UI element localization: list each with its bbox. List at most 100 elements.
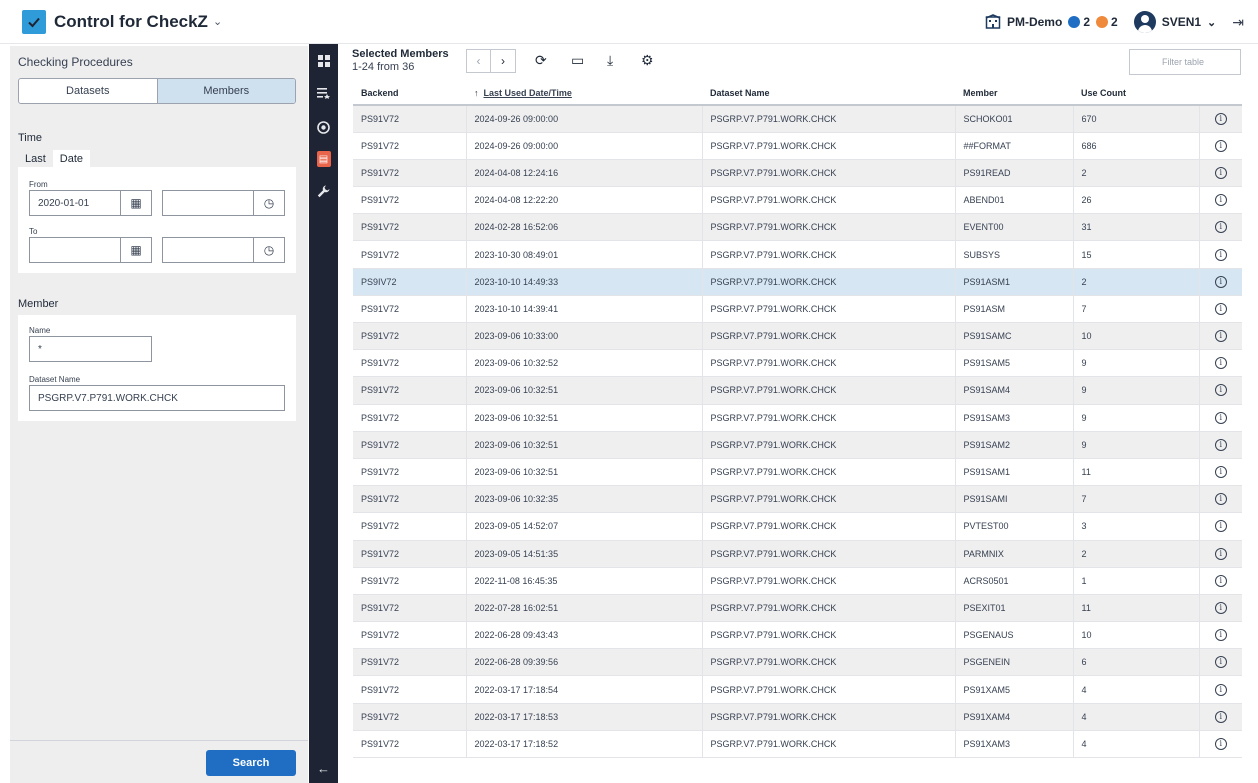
- filter-table-input[interactable]: Filter table: [1129, 49, 1241, 75]
- table-row[interactable]: PS91V72 2023-09-06 10:32:51 PSGRP.V7.P791.…: [353, 431, 1242, 459]
- cell-dataset: PSGRP.V7.P791.WORK.CHCK: [702, 322, 956, 351]
- info-icon[interactable]: i: [1214, 384, 1227, 397]
- table-row[interactable]: PS91V72 2023-09-06 10:33:00 PSGRP.V7.P791.…: [353, 322, 1242, 351]
- table-row[interactable]: PS91V72 2022-06-28 09:43:43 PSGRP.V7.P791.…: [353, 621, 1242, 650]
- document-icon[interactable]: ▤: [309, 147, 338, 171]
- info-icon[interactable]: i: [1214, 493, 1227, 506]
- info-icon[interactable]: i: [1214, 112, 1227, 125]
- table-row[interactable]: PS91V72 2024-09-26 09:00:00 PSGRP.V7.P791.…: [353, 132, 1242, 160]
- info-icon[interactable]: i: [1214, 194, 1227, 207]
- tab-date[interactable]: Date: [52, 150, 91, 168]
- table-row[interactable]: PS91V72 2022-07-28 16:02:51 PSGRP.V7.P791.…: [353, 594, 1242, 623]
- info-icon[interactable]: i: [1214, 656, 1227, 669]
- info-icon[interactable]: i: [1214, 438, 1227, 451]
- table-row[interactable]: PS91V72 2022-11-08 16:45:35 PSGRP.V7.P791.…: [353, 567, 1242, 595]
- info-icon[interactable]: i: [1214, 629, 1227, 642]
- table-row[interactable]: PS91V72 2023-09-05 14:51:35 PSGRP.V7.P791.…: [353, 540, 1242, 568]
- cell-date: 2024-02-28 16:52:06: [466, 213, 703, 242]
- segment-members[interactable]: Members: [156, 79, 295, 103]
- info-icon[interactable]: i: [1214, 683, 1227, 696]
- table-row[interactable]: PS91V72 2023-10-30 08:49:01 PSGRP.V7.P791.…: [353, 240, 1242, 269]
- dataset-name-input[interactable]: PSGRP.V7.P791.WORK.CHCK: [29, 385, 285, 411]
- to-label: To: [29, 227, 38, 236]
- refresh-icon[interactable]: ⟳: [535, 52, 547, 69]
- row-actions: i: [1199, 621, 1242, 650]
- tab-last[interactable]: Last: [18, 150, 53, 168]
- info-icon[interactable]: i: [1214, 330, 1227, 343]
- environment-selector[interactable]: PM-Demo 2 2: [985, 14, 1118, 30]
- calendar-icon[interactable]: ▦: [121, 237, 152, 263]
- calendar-icon[interactable]: ▦: [121, 190, 152, 216]
- settings-gear-icon[interactable]: ⚙: [641, 52, 654, 69]
- previous-page-icon[interactable]: ‹: [466, 49, 491, 73]
- table-row[interactable]: PS91V72 2022-03-17 17:18:54 PSGRP.V7.P791.…: [353, 675, 1242, 704]
- table-row[interactable]: PS91V72 2022-03-17 17:18:53 PSGRP.V7.P791.…: [353, 703, 1242, 731]
- dashboard-icon[interactable]: [309, 49, 338, 73]
- cell-use: 670: [1073, 105, 1200, 133]
- info-icon[interactable]: i: [1214, 221, 1227, 234]
- table-row[interactable]: PS91V72 2024-04-08 12:24:16 PSGRP.V7.P791.…: [353, 159, 1242, 188]
- table-row[interactable]: PS91V72 2024-09-26 09:00:00 PSGRP.V7.P791.…: [353, 105, 1242, 133]
- table-row[interactable]: PS91V72 2023-10-10 14:39:41 PSGRP.V7.P791.…: [353, 295, 1242, 324]
- row-actions: i: [1199, 431, 1242, 459]
- from-time-input[interactable]: [162, 190, 254, 216]
- clock-icon[interactable]: ◷: [254, 237, 285, 263]
- table-row[interactable]: PS91V72 2023-09-06 10:32:52 PSGRP.V7.P791.…: [353, 349, 1242, 378]
- column-use-count[interactable]: Use Count: [1073, 82, 1199, 106]
- info-icon[interactable]: i: [1214, 601, 1227, 614]
- info-icon[interactable]: i: [1214, 357, 1227, 370]
- table-row[interactable]: PS91V72 2024-04-08 12:22:20 PSGRP.V7.P791.…: [353, 186, 1242, 215]
- table-row[interactable]: PS9IV72 2023-10-10 14:49:33 PSGRP.V7.P791.…: [353, 268, 1242, 296]
- info-icon[interactable]: i: [1214, 574, 1227, 587]
- cell-date: 2023-09-06 10:32:51: [466, 404, 703, 432]
- cell-backend: PS91V72: [353, 621, 467, 650]
- column-dataset-name[interactable]: Dataset Name: [702, 82, 955, 106]
- info-icon[interactable]: i: [1214, 411, 1227, 424]
- logout-icon[interactable]: ⇥: [1232, 14, 1244, 31]
- user-menu[interactable]: SVEN1 ⌄: [1133, 11, 1216, 33]
- column-last-used[interactable]: ↑ Last Used Date/Time: [466, 82, 702, 106]
- row-actions: i: [1199, 458, 1242, 487]
- info-icon[interactable]: i: [1214, 275, 1227, 288]
- warning-count-badge[interactable]: 2: [1096, 15, 1118, 29]
- from-date-input[interactable]: 2020-01-01: [29, 190, 121, 216]
- table-row[interactable]: PS91V72 2023-09-06 10:32:51 PSGRP.V7.P791.…: [353, 376, 1242, 405]
- cell-use: 9: [1073, 404, 1200, 432]
- segment-datasets[interactable]: Datasets: [19, 79, 157, 103]
- column-backend[interactable]: Backend: [353, 82, 466, 106]
- column-member[interactable]: Member: [955, 82, 1073, 106]
- table-row[interactable]: PS91V72 2023-09-06 10:32:51 PSGRP.V7.P791.…: [353, 458, 1242, 487]
- next-page-icon[interactable]: ›: [491, 49, 516, 73]
- to-date-input[interactable]: [29, 237, 121, 263]
- info-icon[interactable]: i: [1214, 166, 1227, 179]
- cell-member: PS91SAMI: [955, 485, 1074, 514]
- info-icon[interactable]: i: [1214, 248, 1227, 261]
- table-row[interactable]: PS91V72 2022-03-17 17:18:52 PSGRP.V7.P791.…: [353, 730, 1242, 759]
- download-icon[interactable]: ⤓: [607, 52, 613, 69]
- info-icon[interactable]: i: [1214, 466, 1227, 479]
- wrench-icon[interactable]: [309, 179, 338, 203]
- info-icon[interactable]: i: [1214, 547, 1227, 560]
- info-icon[interactable]: i: [1214, 302, 1227, 315]
- info-icon[interactable]: i: [1214, 520, 1227, 533]
- info-icon[interactable]: i: [1214, 710, 1227, 723]
- clock-icon[interactable]: ◷: [254, 190, 285, 216]
- table-row[interactable]: PS91V72 2023-09-05 14:52:07 PSGRP.V7.P791.…: [353, 512, 1242, 541]
- target-icon[interactable]: [309, 115, 338, 139]
- member-name-input[interactable]: *: [29, 336, 152, 362]
- display-icon[interactable]: ▭: [571, 52, 584, 69]
- search-button[interactable]: Search: [206, 750, 296, 776]
- app-switcher-chevron-icon[interactable]: ⌄: [213, 15, 222, 28]
- table-row[interactable]: PS91V72 2023-09-06 10:32:35 PSGRP.V7.P791.…: [353, 485, 1242, 514]
- info-count-badge[interactable]: 2: [1068, 15, 1090, 29]
- app-title[interactable]: Control for CheckZ: [54, 12, 208, 32]
- table-row[interactable]: PS91V72 2024-02-28 16:52:06 PSGRP.V7.P791.…: [353, 213, 1242, 242]
- to-time-input[interactable]: [162, 237, 254, 263]
- starred-list-icon[interactable]: [309, 81, 338, 105]
- cell-date: 2022-03-17 17:18:52: [466, 730, 703, 759]
- info-icon[interactable]: i: [1214, 139, 1227, 152]
- table-row[interactable]: PS91V72 2023-09-06 10:32:51 PSGRP.V7.P791.…: [353, 404, 1242, 432]
- info-icon[interactable]: i: [1214, 737, 1227, 750]
- arrow-left-icon[interactable]: ←: [309, 756, 338, 780]
- table-row[interactable]: PS91V72 2022-06-28 09:39:56 PSGRP.V7.P791.…: [353, 648, 1242, 677]
